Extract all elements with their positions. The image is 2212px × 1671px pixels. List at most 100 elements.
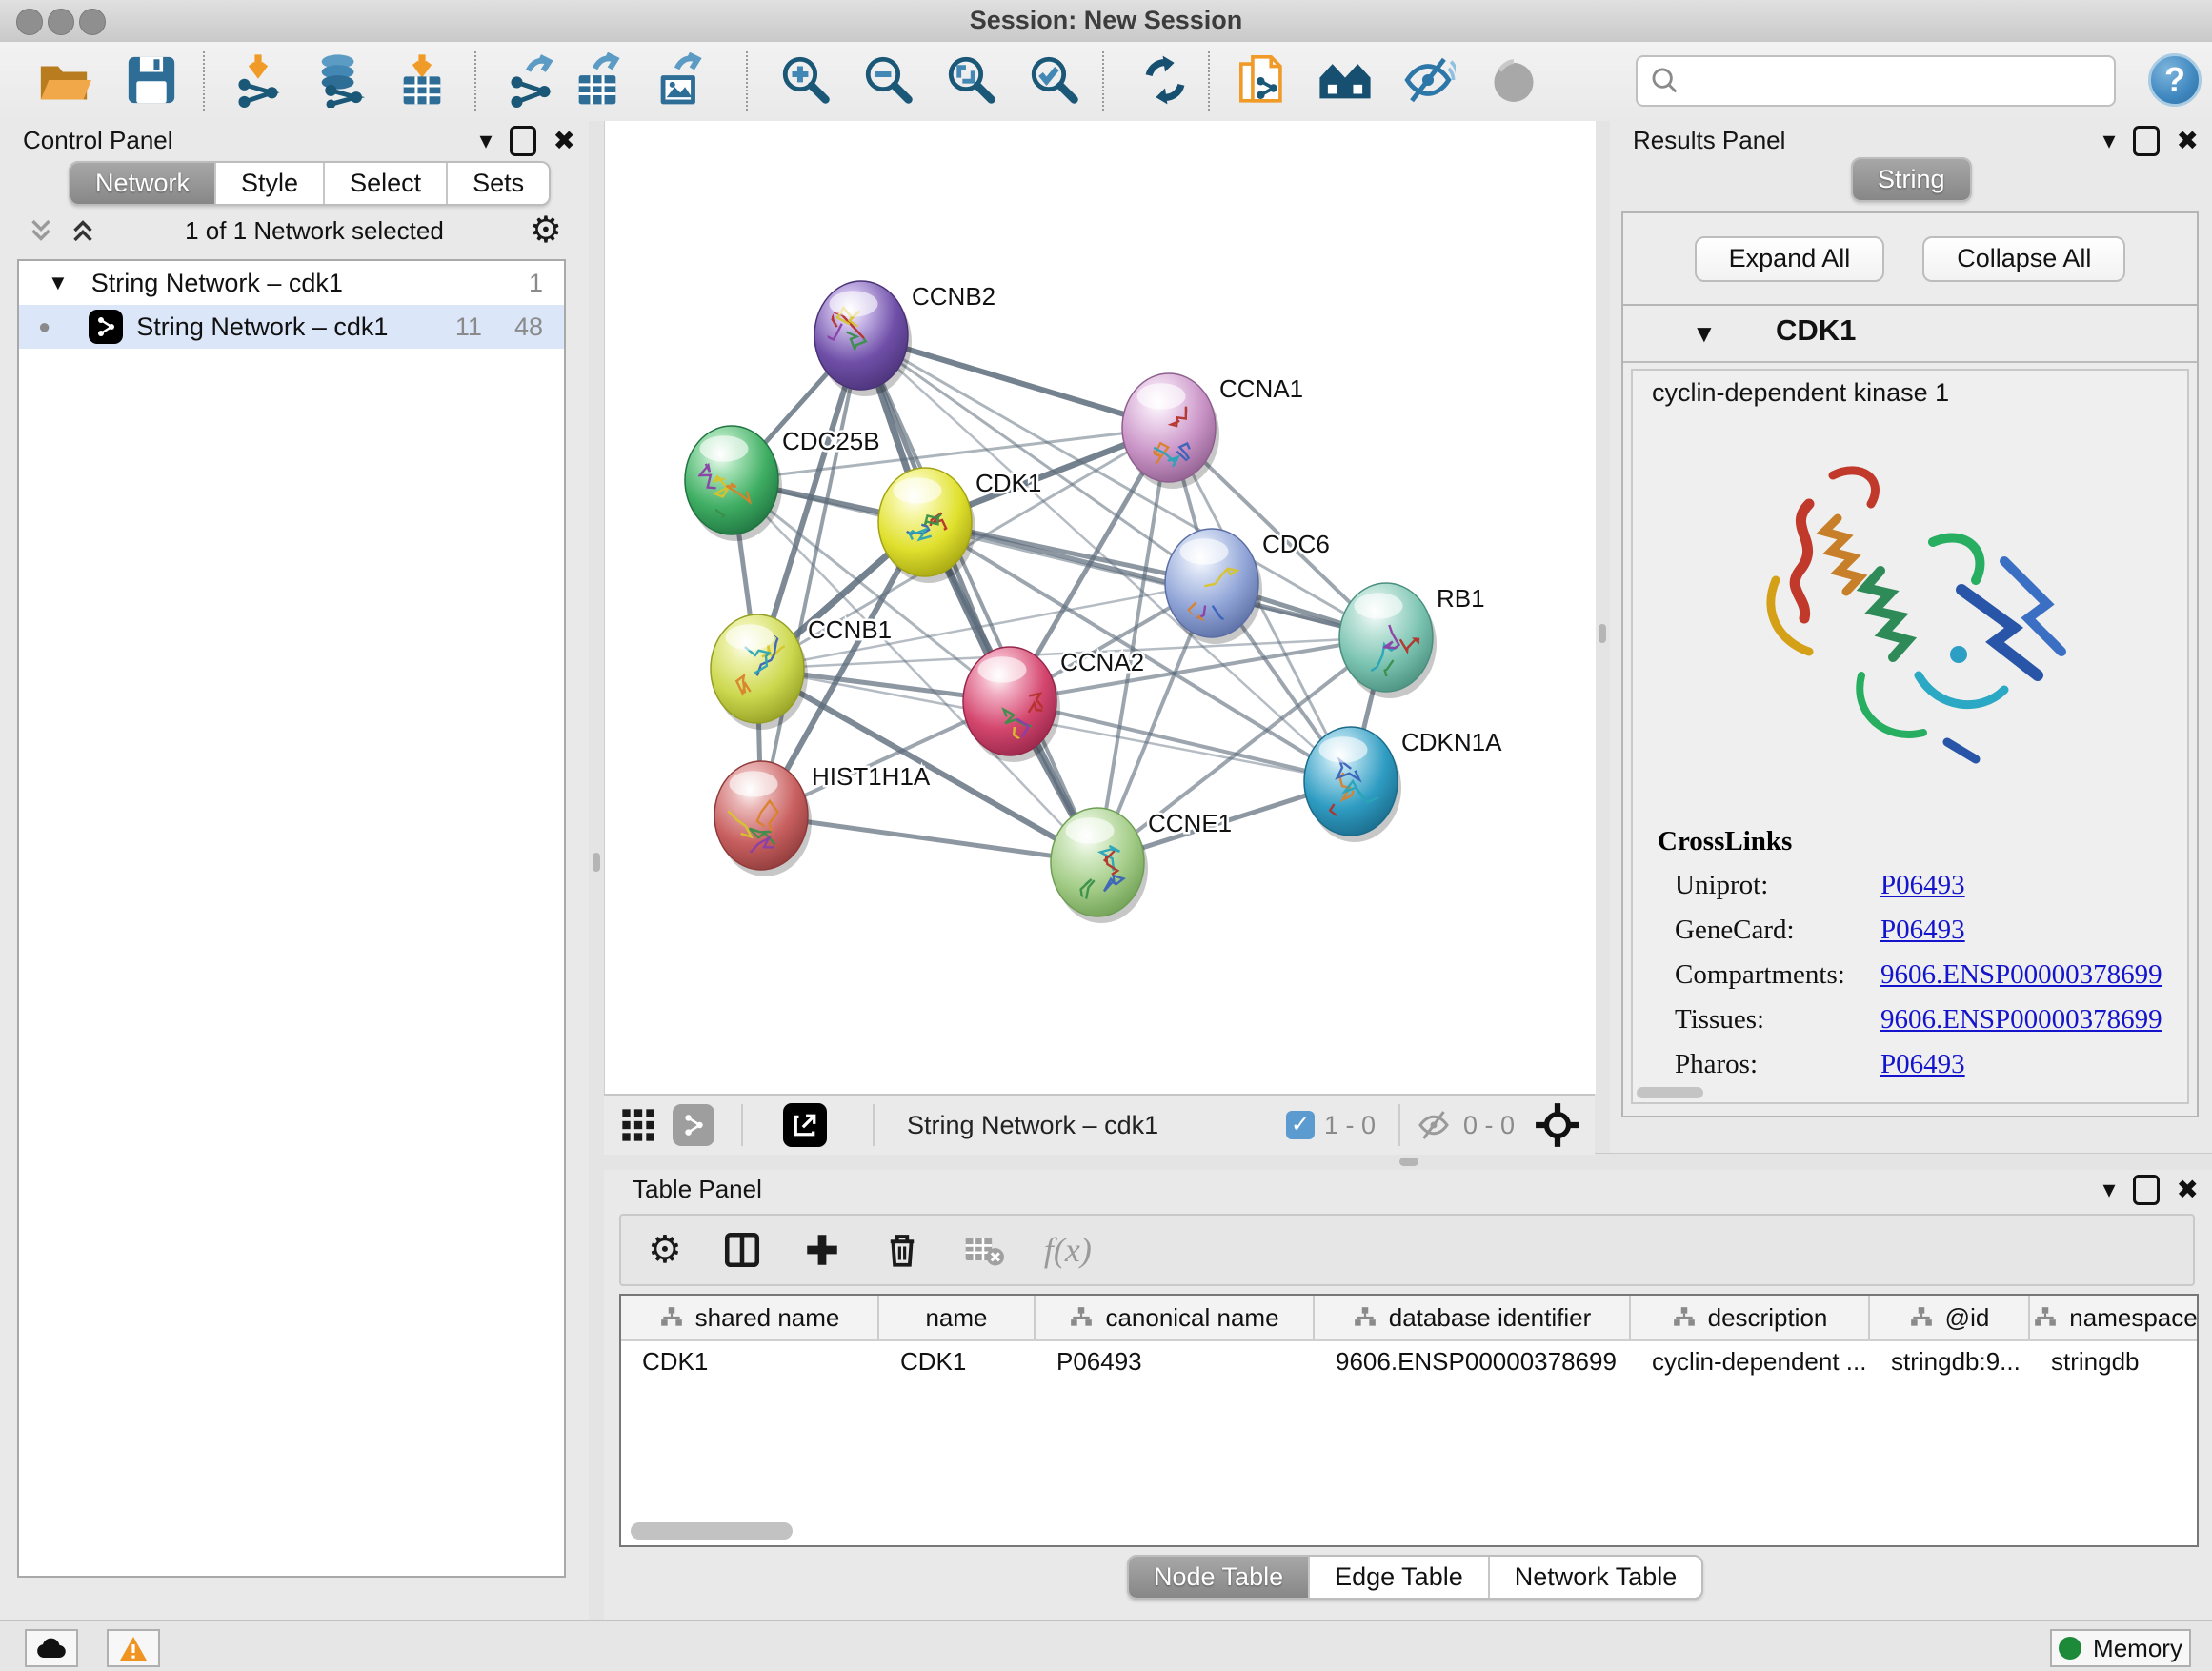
column-header[interactable]: shared name	[621, 1296, 879, 1339]
collapse-panel-icon[interactable]: ▾	[479, 126, 492, 155]
table-cell[interactable]: 9606.ENSP00000378699	[1315, 1347, 1631, 1377]
network-canvas[interactable]: CCNB2CCNA1CDC25BCDK1CDC6RB1CCNB1CCNA2CDK…	[604, 121, 1596, 1094]
zoom-selected-button[interactable]	[1025, 50, 1084, 112]
network-row-selected[interactable]: ● String Network – cdk1 11 48	[19, 305, 564, 349]
table-cell[interactable]: stringdb	[2030, 1347, 2199, 1377]
tab-string[interactable]: String	[1853, 159, 1970, 200]
birdseye-view-icon[interactable]	[673, 1104, 714, 1146]
column-header[interactable]: name	[879, 1296, 1036, 1339]
network-node-CCNE1[interactable]: CCNE1	[1051, 808, 1232, 923]
zoom-in-button[interactable]	[776, 50, 835, 112]
network-node-RB1[interactable]: RB1	[1339, 583, 1485, 698]
collapse-panel-icon[interactable]: ▾	[2102, 1175, 2115, 1204]
cloud-status-button[interactable]	[25, 1629, 78, 1667]
tab-network[interactable]: Network	[70, 163, 216, 204]
network-node-CDC25B[interactable]: CDC25B	[685, 426, 880, 541]
hidden-eye-icon[interactable]	[1414, 1105, 1454, 1145]
vertical-splitter-right[interactable]	[1595, 121, 1610, 1153]
network-node-CCNB2[interactable]: CCNB2	[799, 281, 995, 396]
column-header[interactable]: @id	[1870, 1296, 2030, 1339]
open-session-button[interactable]	[34, 50, 93, 112]
crosslink-value-link[interactable]: P06493	[1880, 1049, 1965, 1079]
column-header[interactable]: description	[1631, 1296, 1870, 1339]
close-panel-icon[interactable]: ✖	[553, 125, 575, 156]
tab-style[interactable]: Style	[216, 163, 325, 204]
show-columns-icon[interactable]	[722, 1230, 762, 1270]
import-table-button[interactable]	[392, 50, 452, 112]
delete-column-icon[interactable]	[882, 1230, 922, 1270]
crosslink-value-link[interactable]: 9606.ENSP00000378699	[1880, 959, 2162, 990]
tab-edge-table[interactable]: Edge Table	[1310, 1557, 1490, 1598]
export-image-button[interactable]	[650, 50, 709, 112]
crosslink-value-link[interactable]: P06493	[1880, 870, 1965, 900]
grid-view-icon[interactable]	[619, 1106, 657, 1144]
collapse-all-button[interactable]: Collapse All	[1922, 236, 2125, 282]
crosslink-value-link[interactable]: 9606.ENSP00000378699	[1880, 1004, 2162, 1035]
float-panel-icon[interactable]	[2133, 1175, 2160, 1205]
crosslink-value-link[interactable]: P06493	[1880, 915, 1965, 945]
fit-selected-icon[interactable]	[1534, 1101, 1581, 1149]
network-node-CDKN1A[interactable]: CDKN1A	[1304, 727, 1502, 842]
export-network-button[interactable]	[501, 50, 560, 112]
export-table-button[interactable]	[568, 50, 627, 112]
help-button[interactable]: ?	[2148, 53, 2202, 107]
vertical-splitter-left[interactable]	[589, 121, 604, 1620]
save-session-button[interactable]	[122, 50, 181, 112]
selected-checkbox-icon[interactable]: ✓	[1286, 1111, 1315, 1139]
network-edge[interactable]	[761, 335, 861, 815]
column-header[interactable]: namespace	[2030, 1296, 2199, 1339]
search-input[interactable]	[1689, 61, 2114, 101]
results-scrollbar-thumb[interactable]	[1637, 1087, 1703, 1098]
close-panel-icon[interactable]: ✖	[2177, 1174, 2199, 1205]
table-type-tabs: Node Table Edge Table Network Table	[1127, 1555, 1703, 1600]
protein-section-header[interactable]: ▼ CDK1	[1623, 306, 2197, 363]
network-collection-row[interactable]: ▼ String Network – cdk1 1	[19, 261, 564, 305]
column-header[interactable]: database identifier	[1315, 1296, 1631, 1339]
tree-expand-icon[interactable]: ▼	[48, 271, 69, 295]
memory-label: Memory	[2093, 1634, 2182, 1663]
memory-button[interactable]: Memory	[2050, 1629, 2191, 1667]
tab-select[interactable]: Select	[325, 163, 448, 204]
import-network-file-button[interactable]	[229, 50, 288, 112]
table-cell[interactable]: cyclin-dependent ...	[1631, 1347, 1870, 1377]
open-in-window-icon[interactable]	[783, 1103, 827, 1147]
table-options-gear-icon[interactable]: ⚙	[648, 1231, 682, 1269]
network-edge[interactable]	[1010, 701, 1351, 781]
refresh-button[interactable]	[1136, 50, 1195, 112]
column-header[interactable]: canonical name	[1036, 1296, 1315, 1339]
first-neighbors-button[interactable]	[1316, 50, 1375, 112]
close-panel-icon[interactable]: ✖	[2177, 125, 2199, 156]
tab-sets[interactable]: Sets	[448, 163, 549, 204]
table-cell[interactable]: CDK1	[621, 1347, 879, 1377]
tab-network-table[interactable]: Network Table	[1490, 1557, 1702, 1598]
add-column-icon[interactable]	[802, 1230, 842, 1270]
hide-selected-button[interactable]	[1398, 50, 1458, 112]
table-cell[interactable]: stringdb:9...	[1870, 1347, 2030, 1377]
float-panel-icon[interactable]	[2133, 126, 2160, 156]
expand-all-icon[interactable]	[67, 214, 99, 247]
zoom-fit-button[interactable]	[942, 50, 1001, 112]
network-node-CDC6[interactable]: CDC6	[1165, 529, 1330, 644]
scrollbar-thumb[interactable]	[631, 1522, 793, 1540]
network-node-CDK1[interactable]: CDK1	[878, 468, 1041, 583]
import-network-database-button[interactable]	[311, 50, 370, 112]
zoom-out-button[interactable]	[859, 50, 918, 112]
tab-node-table[interactable]: Node Table	[1129, 1557, 1310, 1598]
expand-all-button[interactable]: Expand All	[1695, 236, 1885, 282]
warnings-button[interactable]	[107, 1629, 160, 1667]
network-graph[interactable]: CCNB2CCNA1CDC25BCDK1CDC6RB1CCNB1CCNA2CDK…	[605, 121, 1596, 1094]
table-horizontal-scrollbar[interactable]	[625, 1522, 2187, 1540]
clone-network-button[interactable]	[1235, 50, 1294, 112]
network-node-HIST1H1A[interactable]: HIST1H1A	[714, 761, 931, 876]
section-expand-icon[interactable]: ▼	[1692, 319, 1717, 349]
statusbar-separator	[741, 1104, 743, 1146]
float-panel-icon[interactable]	[510, 126, 536, 156]
collapse-all-icon[interactable]	[25, 214, 57, 247]
table-data-row[interactable]: CDK1CDK1P064939606.ENSP00000378699cyclin…	[621, 1341, 2197, 1381]
horizontal-splitter[interactable]	[604, 1153, 2212, 1172]
table-cell[interactable]: P06493	[1036, 1347, 1315, 1377]
collapse-panel-icon[interactable]: ▾	[2102, 126, 2115, 155]
table-cell[interactable]: CDK1	[879, 1347, 1036, 1377]
show-all-button[interactable]	[1484, 50, 1543, 112]
network-options-gear-icon[interactable]: ⚙	[530, 212, 562, 249]
